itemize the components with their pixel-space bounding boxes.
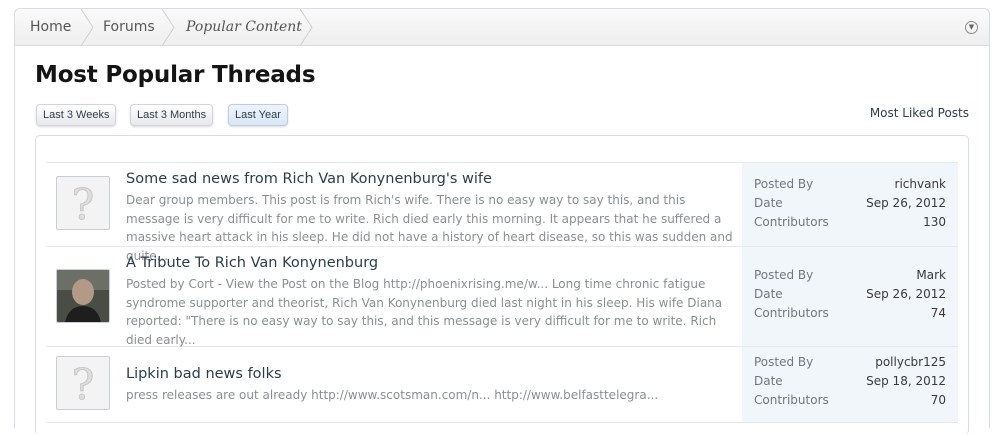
thread-snippet: press releases are out already http://ww… — [126, 388, 659, 402]
thread-contributors: 130 — [923, 215, 946, 229]
thread-stats: Posted By richvank Date Sep 26, 2012 Con… — [742, 163, 958, 246]
stat-label: Posted By — [754, 355, 814, 369]
stat-posted-by: Posted By Mark — [754, 268, 946, 287]
stat-label: Date — [754, 196, 783, 210]
breadcrumb-home[interactable]: Home — [30, 9, 71, 46]
stat-label: Contributors — [754, 306, 829, 320]
jump-menu-icon[interactable]: ▼ — [965, 21, 978, 34]
stat-label: Date — [754, 374, 783, 388]
stat-contributors: Contributors 74 — [754, 306, 946, 325]
breadcrumb-popular-content[interactable]: Popular Content — [186, 9, 302, 46]
thread-contributors: 70 — [930, 393, 946, 407]
thread-stats: Posted By Mark Date Sep 26, 2012 Contrib… — [742, 247, 958, 346]
stat-label: Date — [754, 287, 783, 301]
stat-posted-by: Posted By pollycbr125 — [754, 355, 946, 374]
svg-text:?: ? — [72, 360, 95, 409]
most-liked-posts-link[interactable]: Most Liked Posts — [870, 106, 969, 120]
breadcrumb-separator-icon — [80, 9, 94, 46]
thread-date: Sep 26, 2012 — [866, 196, 946, 210]
breadcrumb-forums[interactable]: Forums — [103, 9, 155, 46]
stat-date: Date Sep 26, 2012 — [754, 196, 946, 215]
threads-panel: ? Some sad news from Rich Van Konynenbur… — [35, 135, 969, 435]
thread-snippet: Posted by Cort - View the Post on the Bl… — [126, 277, 723, 347]
breadcrumb-separator-icon — [161, 9, 175, 46]
svg-text:?: ? — [72, 180, 95, 229]
stat-posted-by: Posted By richvank — [754, 177, 946, 196]
default-avatar-icon[interactable]: ? — [56, 356, 110, 410]
thread-author[interactable]: richvank — [895, 177, 946, 191]
stat-contributors: Contributors 70 — [754, 393, 946, 412]
thread-date: Sep 26, 2012 — [866, 287, 946, 301]
thread-contributors: 74 — [930, 306, 946, 320]
thread-title[interactable]: Some sad news from Rich Van Konynenburg'… — [126, 171, 492, 187]
last-year-button[interactable]: Last Year — [228, 104, 288, 126]
stat-contributors: Contributors 130 — [754, 215, 946, 234]
user-photo-avatar[interactable] — [56, 269, 110, 323]
thread-row: ? Some sad news from Rich Van Konynenbur… — [46, 163, 958, 263]
thread-row: A Tribute To Rich Van Konynenburg Posted… — [46, 247, 958, 347]
thread-author[interactable]: pollycbr125 — [875, 355, 946, 369]
stat-label: Contributors — [754, 215, 829, 229]
thread-date: Sep 18, 2012 — [866, 374, 946, 388]
thread-stats: Posted By pollycbr125 Date Sep 18, 2012 … — [742, 347, 958, 422]
thread-author[interactable]: Mark — [916, 268, 946, 282]
thread-title[interactable]: A Tribute To Rich Van Konynenburg — [126, 255, 378, 271]
content-frame: Home Forums Popular Content ▼ Most Popul… — [14, 8, 990, 435]
breadcrumb-separator-icon — [299, 9, 313, 46]
stat-label: Posted By — [754, 177, 814, 191]
last-3-weeks-button[interactable]: Last 3 Weeks — [36, 104, 117, 126]
stat-date: Date Sep 18, 2012 — [754, 374, 946, 393]
default-avatar-icon[interactable]: ? — [56, 176, 110, 230]
stat-label: Contributors — [754, 393, 829, 407]
thread-title[interactable]: Lipkin bad news folks — [126, 366, 282, 382]
breadcrumb: Home Forums Popular Content ▼ — [15, 9, 989, 46]
thread-row: ? Lipkin bad news folks press releases a… — [46, 347, 958, 423]
last-3-months-button[interactable]: Last 3 Months — [130, 104, 214, 126]
stat-date: Date Sep 26, 2012 — [754, 287, 946, 306]
page-title: Most Popular Threads — [35, 62, 316, 88]
stat-label: Posted By — [754, 268, 814, 282]
